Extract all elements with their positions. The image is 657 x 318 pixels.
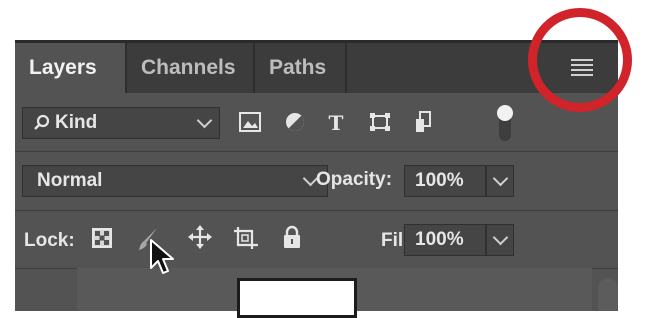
- lock-position-icon[interactable]: [188, 225, 212, 249]
- layer-thumbnail[interactable]: [237, 278, 357, 318]
- blend-mode-dropdown[interactable]: Normal: [22, 165, 328, 197]
- image-filter-icon[interactable]: [239, 112, 261, 132]
- shape-filter-icon[interactable]: [369, 112, 391, 132]
- lock-all-icon[interactable]: [283, 225, 301, 249]
- svg-text:T: T: [329, 112, 344, 132]
- filter-kind-dropdown[interactable]: Kind: [22, 107, 220, 139]
- tab-paths[interactable]: Paths: [255, 43, 347, 93]
- blend-row: Normal Opacity: 100%: [15, 152, 618, 210]
- highlight-circle: [528, 8, 632, 112]
- fill-value: 100%: [415, 229, 464, 250]
- type-filter-icon[interactable]: T: [325, 112, 347, 132]
- opacity-label: Opacity:: [316, 169, 393, 190]
- tab-layers[interactable]: Layers: [15, 43, 127, 93]
- lock-row: Lock: Fill: 100%: [15, 211, 618, 268]
- smart-object-filter-icon[interactable]: [414, 111, 434, 133]
- lock-label: Lock:: [24, 230, 75, 251]
- tab-channels[interactable]: Channels: [127, 43, 255, 93]
- adjustment-filter-icon[interactable]: [285, 112, 305, 132]
- prevent-auto-nest-icon[interactable]: [233, 226, 259, 250]
- chevron-down-icon: [492, 170, 509, 187]
- filter-kind-label: Kind: [55, 112, 98, 133]
- lock-transparent-pixels-icon[interactable]: [92, 228, 112, 248]
- chevron-down-icon: [492, 229, 509, 246]
- fill-input[interactable]: 100%: [404, 224, 486, 256]
- fill-dropdown-button[interactable]: [486, 224, 514, 256]
- filter-toggle-icon[interactable]: [495, 101, 515, 143]
- cursor-arrow-icon: [150, 239, 174, 274]
- filter-row: Kind T: [15, 93, 618, 151]
- opacity-input[interactable]: 100%: [404, 165, 486, 197]
- blend-mode-value: Normal: [37, 170, 103, 191]
- search-icon: [34, 114, 50, 130]
- layers-panel: Layers Channels Paths Kind T Normal Opac…: [15, 40, 618, 318]
- opacity-dropdown-button[interactable]: [486, 165, 514, 197]
- opacity-value: 100%: [415, 170, 464, 191]
- layers-scrollbar[interactable]: [598, 278, 618, 311]
- chevron-down-icon: [196, 112, 213, 129]
